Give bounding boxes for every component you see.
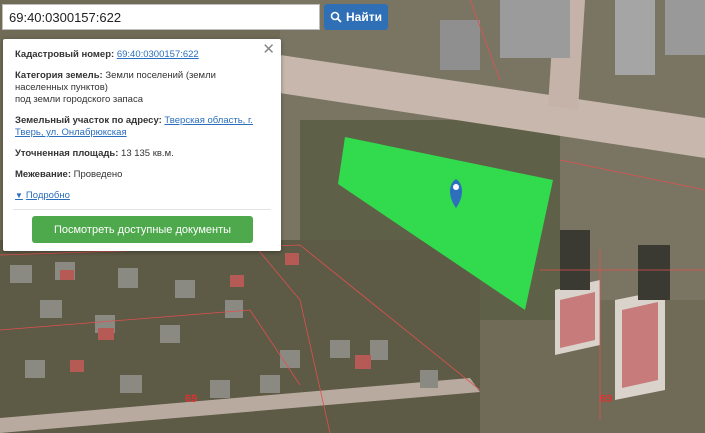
- search-button[interactable]: Найти: [324, 4, 388, 30]
- address-label: Земельный участок по адресу:: [15, 115, 162, 126]
- area-label: Уточненная площадь:: [15, 148, 119, 159]
- survey-value: Проведено: [73, 169, 123, 180]
- details-toggle[interactable]: ▼ Подробно: [15, 190, 70, 202]
- search-icon: [330, 11, 342, 23]
- close-icon[interactable]: ✕: [262, 42, 275, 57]
- cadastral-label: Кадастровый номер:: [15, 49, 115, 60]
- category-label: Категория земель:: [15, 70, 103, 81]
- survey-label: Межевание:: [15, 169, 71, 180]
- category-value-2: под земли городского запаса: [15, 94, 143, 105]
- details-label: Подробно: [25, 190, 70, 201]
- parcel-info-popup: ✕ Кадастровый номер: 69:40:0300157:622 К…: [3, 39, 281, 251]
- district-label: 69: [600, 393, 613, 405]
- cadastral-search-input[interactable]: [2, 4, 320, 30]
- divider: [13, 209, 271, 210]
- area-value: 13 135 кв.м.: [121, 148, 174, 159]
- search-button-label: Найти: [346, 10, 382, 24]
- cadastral-link[interactable]: 69:40:0300157:622: [117, 49, 199, 60]
- view-documents-button[interactable]: Посмотреть доступные документы: [32, 216, 253, 243]
- district-label: 69: [185, 393, 198, 405]
- chevron-down-icon: ▼: [15, 191, 23, 200]
